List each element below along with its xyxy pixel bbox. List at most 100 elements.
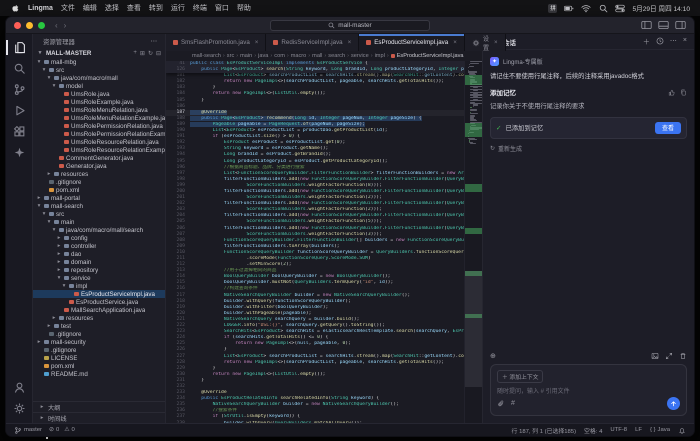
menu-item[interactable]: 查看	[127, 3, 141, 13]
tree-item[interactable]: ▾ model	[33, 82, 165, 90]
menu-item[interactable]: 选择	[105, 3, 119, 13]
close-tab-icon[interactable]: ×	[255, 39, 259, 46]
tree-item[interactable]: pom.xml	[33, 362, 165, 370]
tree-item[interactable]: UmsRolePermissionRelationExampl...	[33, 130, 165, 138]
timeline-section[interactable]: ▸ 时间线	[33, 412, 165, 423]
tree-item[interactable]: ▾ impl	[33, 282, 165, 290]
tree-item[interactable]: UmsRoleResourceRelationExample...	[33, 146, 165, 154]
breadcrumb-item[interactable]: com	[274, 53, 285, 59]
tree-item[interactable]: EsProductService.java	[33, 298, 165, 306]
battery-icon[interactable]	[564, 3, 574, 13]
control-center-icon[interactable]	[615, 3, 626, 13]
menu-item[interactable]: 终端	[193, 3, 207, 13]
code-line[interactable]: 238 builder.withQuery(QueryBuilders.matc…	[166, 421, 482, 423]
account-icon[interactable]	[6, 377, 33, 398]
tree-item[interactable]: EsProductServiceImpl.java	[33, 290, 165, 298]
lingma-sparkle-icon[interactable]	[6, 142, 33, 163]
minimize-window-button[interactable]	[26, 21, 33, 29]
breadcrumb[interactable]: mall-search › src › main › java › com › macro › mall…	[166, 51, 482, 61]
toggle-panel-icon[interactable]	[658, 20, 669, 30]
tab-设置[interactable]: 设置 ×	[464, 34, 506, 52]
command-center-search[interactable]: mall-master	[270, 20, 430, 31]
menu-item[interactable]: 帮助	[237, 3, 251, 13]
history-back-icon[interactable]: ‹	[55, 21, 58, 30]
menu-item[interactable]: 编辑	[83, 3, 97, 13]
new-file-icon[interactable]: +	[133, 50, 137, 57]
tree-item[interactable]: ▸ mall-portal	[33, 194, 165, 202]
zoom-window-button[interactable]	[38, 21, 45, 29]
expand-icon[interactable]	[665, 352, 673, 360]
project-root-row[interactable]: ▾ MALL-MASTER + ⊞ ↻ ⊟	[33, 48, 165, 58]
tree-item[interactable]: Generator.java	[33, 162, 165, 170]
breadcrumb-item[interactable]: mall	[312, 53, 322, 59]
extensions-icon[interactable]	[6, 121, 33, 142]
wifi-icon[interactable]	[581, 3, 591, 13]
encoding-setting[interactable]: UTF-8	[610, 427, 627, 433]
history-icon[interactable]	[656, 37, 664, 47]
tree-item[interactable]: UmsRoleMenuRelationExample.java	[33, 114, 165, 122]
menu-item[interactable]: 转到	[149, 3, 163, 13]
tree-item[interactable]: .gitignore	[33, 178, 165, 186]
tree-item[interactable]: ▾ java/com/macro/mall/search	[33, 226, 165, 234]
search-icon[interactable]	[6, 58, 33, 79]
tree-item[interactable]: ▾ service	[33, 274, 165, 282]
window-titlebar[interactable]: ‹ › mall-master	[6, 17, 694, 34]
tree-item[interactable]: ▸ resources	[33, 170, 165, 178]
tree-item[interactable]: ▸ repository	[33, 266, 165, 274]
breadcrumb-item[interactable]: service	[351, 53, 369, 59]
indentation-setting[interactable]: 空格: 4	[584, 426, 602, 435]
close-panel-icon[interactable]: ×	[683, 37, 687, 47]
more-icon[interactable]: ⋯	[670, 37, 677, 47]
copy-icon[interactable]	[680, 89, 687, 96]
tree-item[interactable]: .gitignore	[33, 346, 165, 354]
tree-item[interactable]: ▾ mall-mbg	[33, 58, 165, 66]
breadcrumb-item[interactable]: mall-search	[192, 53, 221, 59]
problems-indicator[interactable]: ⊘ 0 ⚠ 0	[49, 427, 75, 433]
menubar-clock[interactable]: 5月29日 周四 14:10	[632, 3, 690, 13]
menu-item[interactable]: 文件	[61, 3, 75, 13]
new-chat-icon[interactable]: ＋	[643, 37, 650, 47]
menu-item[interactable]: 窗口	[215, 3, 229, 13]
regenerate-row[interactable]: ↻ 重新生成	[490, 144, 687, 153]
tree-item[interactable]: MallSearchApplication.java	[33, 306, 165, 314]
explorer-icon[interactable]	[6, 37, 33, 58]
close-tab-icon[interactable]: ×	[453, 39, 457, 46]
source-control-icon[interactable]	[6, 79, 33, 100]
tab-EsProductServiceImpl.java[interactable]: EsProductServiceImpl.java ×	[359, 34, 465, 51]
history-forward-icon[interactable]: ›	[64, 21, 67, 30]
delete-icon[interactable]	[679, 352, 687, 360]
language-mode[interactable]: { } Java	[650, 427, 670, 433]
code-line[interactable]: 126 public Page<EsProduct> search(String…	[166, 67, 482, 73]
notifications-bell-icon[interactable]	[678, 426, 686, 435]
outline-section[interactable]: ▸ 大纲	[33, 401, 165, 412]
hash-icon[interactable]: #	[511, 400, 515, 407]
breadcrumb-item[interactable]: src	[227, 53, 234, 59]
tree-item[interactable]: ▾ src	[33, 66, 165, 74]
breadcrumb-item[interactable]: search	[328, 53, 345, 59]
tree-item[interactable]: ▸ dao	[33, 250, 165, 258]
tree-item[interactable]: ▸ domain	[33, 258, 165, 266]
apple-logo-icon[interactable]	[10, 3, 20, 13]
tree-item[interactable]: ▾ java/com/macro/mall	[33, 74, 165, 82]
collapse-all-icon[interactable]: ⊟	[156, 50, 161, 57]
tree-item[interactable]: ▾ src	[33, 210, 165, 218]
tab-RedisServiceImpl.java[interactable]: RedisServiceImpl.java ×	[266, 34, 360, 51]
tree-item[interactable]: UmsRole.java	[33, 90, 165, 98]
debug-icon[interactable]	[6, 100, 33, 121]
breadcrumb-item[interactable]: main	[240, 53, 252, 59]
tree-item[interactable]: ▸ mall-security	[33, 338, 165, 346]
tree-item[interactable]: ▸ test	[33, 322, 165, 330]
settings-gear-icon[interactable]	[6, 398, 33, 419]
tree-item[interactable]: LICENSE	[33, 354, 165, 362]
git-branch-indicator[interactable]: master	[14, 426, 42, 435]
tree-item[interactable]: ▾ mall-search	[33, 202, 165, 210]
add-context-chip[interactable]: ＋ 添加上下文	[497, 370, 544, 383]
explorer-more-icon[interactable]: ⋯	[151, 37, 157, 45]
breadcrumb-item[interactable]: impl	[375, 53, 385, 59]
send-button[interactable]	[667, 397, 680, 410]
close-window-button[interactable]	[14, 21, 21, 29]
tree-item[interactable]: UmsRoleMenuRelation.java	[33, 106, 165, 114]
attach-icon[interactable]	[497, 400, 505, 408]
spotlight-search-icon[interactable]	[598, 3, 608, 13]
minimap[interactable]	[464, 61, 482, 423]
